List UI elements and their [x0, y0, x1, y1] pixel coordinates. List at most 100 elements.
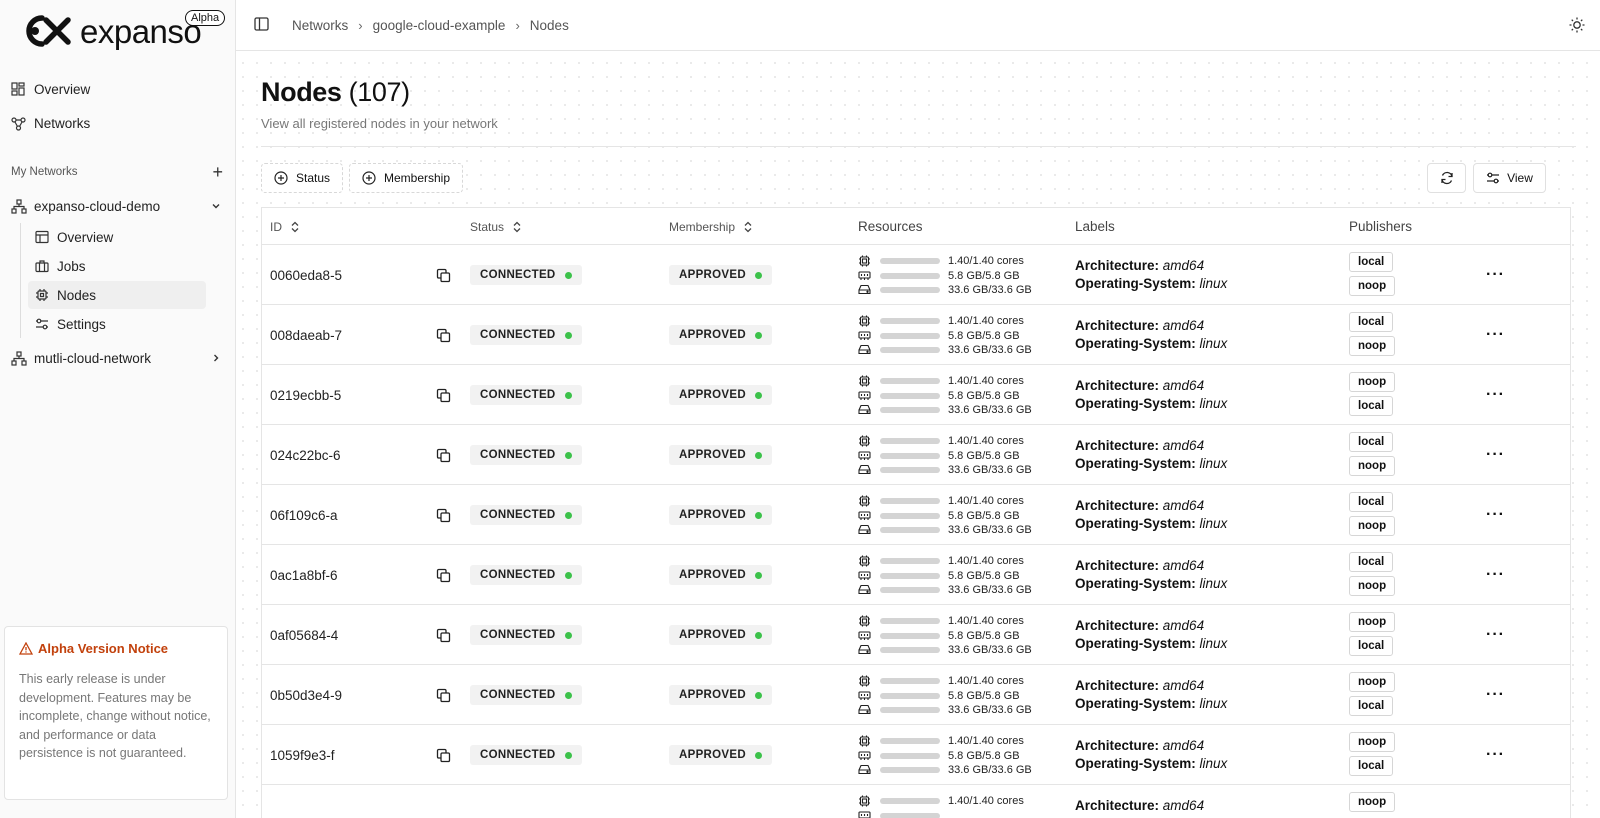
cpu-usage: 1.40/1.40 cores: [858, 554, 1024, 569]
toolbar: Status Membership View: [261, 163, 1576, 193]
status-text: CONNECTED: [480, 449, 556, 461]
disk-bar: [880, 707, 940, 714]
disk-icon: [858, 644, 872, 656]
row-actions-menu-icon[interactable]: ···: [1486, 325, 1505, 345]
labels-cell: Architecture: amd64 Operating-System: li…: [1075, 317, 1227, 353]
network-expanso-cloud-demo[interactable]: expanso-cloud-demo: [0, 190, 235, 222]
publishers-cell: noop: [1349, 792, 1396, 816]
copy-icon[interactable]: [436, 507, 452, 523]
publisher-badge: noop: [1349, 516, 1396, 536]
membership-badge: APPROVED: [669, 685, 772, 705]
membership-badge: APPROVED: [669, 625, 772, 645]
copy-icon[interactable]: [436, 387, 452, 403]
subnav-jobs[interactable]: Jobs: [28, 252, 206, 280]
breadcrumb-networks[interactable]: Networks: [292, 18, 348, 33]
publisher-badge: noop: [1349, 612, 1396, 632]
row-actions-menu-icon[interactable]: ···: [1486, 505, 1505, 525]
row-actions-menu-icon[interactable]: ···: [1486, 565, 1505, 585]
network-mutli-cloud-network[interactable]: mutli-cloud-network: [0, 342, 235, 374]
row-actions-menu-icon[interactable]: ···: [1486, 745, 1505, 765]
label-key: Operating-System:: [1075, 756, 1196, 771]
label-key: Operating-System:: [1075, 336, 1196, 351]
status-text: CONNECTED: [480, 329, 556, 341]
refresh-button[interactable]: [1427, 163, 1466, 193]
copy-icon[interactable]: [436, 687, 452, 703]
memory-icon: [858, 690, 872, 702]
sliders-icon: [1487, 172, 1500, 184]
table-row: 0060eda8-5 CONNECTED APPROVED 1.40/1.40 …: [262, 245, 1570, 305]
memory-bar: [880, 572, 940, 579]
status-dot: [754, 331, 762, 339]
memory-icon: [858, 270, 872, 282]
copy-icon[interactable]: [436, 627, 452, 643]
row-actions-menu-icon[interactable]: ···: [1486, 445, 1505, 465]
copy-icon[interactable]: [436, 567, 452, 583]
column-id[interactable]: ID: [270, 208, 300, 245]
cpu-icon: [858, 675, 872, 687]
view-button[interactable]: View: [1473, 163, 1546, 193]
column-membership[interactable]: Membership: [669, 208, 753, 245]
nav-networks[interactable]: Networks: [10, 106, 225, 140]
copy-icon[interactable]: [436, 267, 452, 283]
label-os: Operating-System: linux: [1075, 755, 1227, 773]
memory-usage: 5.8 GB/5.8 GB: [858, 689, 1020, 704]
label-value: linux: [1199, 576, 1228, 591]
publisher-badge: local: [1349, 492, 1394, 512]
memory-usage: 5.8 GB/5.8 GB: [858, 629, 1020, 644]
row-actions-menu-icon[interactable]: ···: [1486, 685, 1505, 705]
sidebar-toggle-icon[interactable]: [254, 17, 270, 33]
copy-icon[interactable]: [436, 447, 452, 463]
dashboard-icon: [10, 81, 26, 97]
memory-bar: [880, 632, 940, 639]
disk-icon: [858, 464, 872, 476]
membership-text: APPROVED: [679, 689, 746, 701]
copy-icon[interactable]: [436, 327, 452, 343]
disk-usage: 33.6 GB/33.6 GB: [858, 583, 1032, 598]
membership-text: APPROVED: [679, 449, 746, 461]
memory-bar: [880, 512, 940, 519]
resources-cell: 1.40/1.40 cores 5.8 GB/5.8 GB 33.6 GB/33…: [858, 434, 1032, 478]
subnav-settings[interactable]: Settings: [28, 310, 206, 338]
disk-text: 33.6 GB/33.6 GB: [948, 764, 1032, 777]
plus-circle-icon: [362, 171, 376, 185]
status-badge: CONNECTED: [470, 625, 582, 645]
resources-cell: 1.40/1.40 cores 5.8 GB/5.8 GB 33.6 GB/33…: [858, 374, 1032, 418]
disk-bar: [880, 287, 940, 294]
memory-icon: [858, 570, 872, 582]
nav-overview[interactable]: Overview: [10, 72, 225, 106]
labels-cell: Architecture: amd64 Operating-System: li…: [1075, 437, 1227, 473]
label-key: Architecture:: [1075, 798, 1160, 813]
label-value: amd64: [1162, 618, 1205, 633]
status-dot: [754, 271, 762, 279]
label-value: linux: [1199, 396, 1228, 411]
column-status[interactable]: Status: [470, 208, 522, 245]
subnav-nodes[interactable]: Nodes: [28, 281, 206, 309]
plus-circle-icon: [274, 171, 288, 185]
sun-icon[interactable]: [1568, 16, 1586, 34]
row-actions-menu-icon[interactable]: ···: [1486, 385, 1505, 405]
label-architecture: Architecture: amd64: [1075, 557, 1204, 575]
breadcrumb-network[interactable]: google-cloud-example: [373, 18, 506, 33]
cpu-icon: [858, 315, 872, 327]
row-actions-menu-icon[interactable]: ···: [1486, 625, 1505, 645]
memory-text: 5.8 GB/5.8 GB: [948, 749, 1020, 762]
brand-logo[interactable]: expanso Alpha: [0, 0, 235, 62]
status-filter-button[interactable]: Status: [261, 163, 344, 193]
row-actions-menu-icon[interactable]: ···: [1486, 265, 1505, 285]
publisher-badge: noop: [1349, 276, 1396, 296]
copy-icon[interactable]: [436, 747, 452, 763]
breadcrumb-separator: ›: [515, 17, 520, 33]
publisher-badge: local: [1349, 636, 1394, 656]
node-id: 008daeab-7: [270, 327, 343, 343]
table-row: 1059f9e3-f CONNECTED APPROVED 1.40/1.40 …: [262, 725, 1570, 785]
memory-text: 5.8 GB/5.8 GB: [948, 269, 1020, 282]
resources-cell: 1.40/1.40 cores 5.8 GB/5.8 GB 33.6 GB/33…: [858, 734, 1032, 778]
membership-filter-button[interactable]: Membership: [349, 163, 464, 193]
membership-cell: APPROVED: [669, 625, 772, 645]
add-network-icon[interactable]: +: [212, 163, 223, 181]
label-os: Operating-System: linux: [1075, 455, 1227, 473]
label-value: linux: [1199, 516, 1228, 531]
status-text: CONNECTED: [480, 509, 556, 521]
subnav-overview[interactable]: Overview: [28, 223, 206, 251]
publisher-badge: noop: [1349, 456, 1396, 476]
